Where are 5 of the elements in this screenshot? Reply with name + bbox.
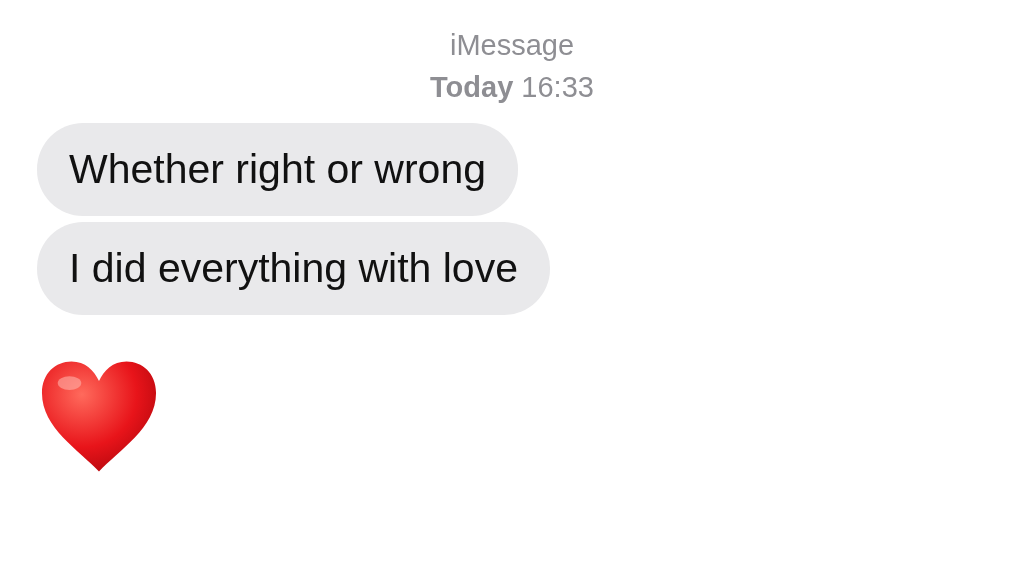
service-label: iMessage — [449, 28, 575, 63]
message-bubble: I did everything with love — [37, 222, 550, 315]
timestamp: Today 16:33 — [430, 70, 594, 105]
heart-icon — [40, 359, 158, 474]
message-bubble: Whether right or wrong — [37, 123, 518, 216]
